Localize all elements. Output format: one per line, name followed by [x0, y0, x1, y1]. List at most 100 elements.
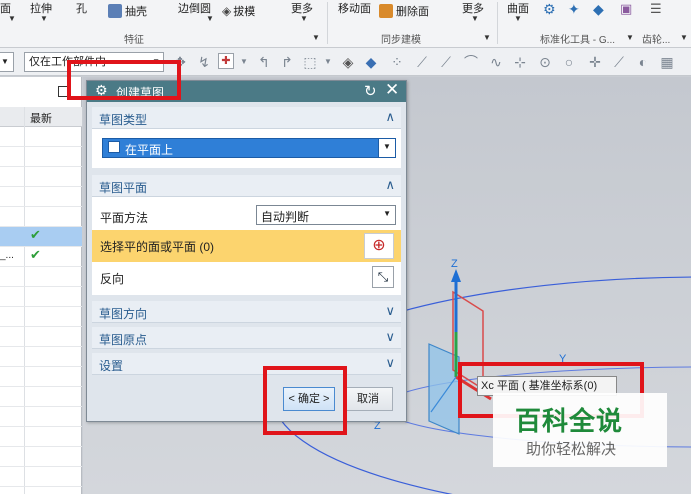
- tool4-icon[interactable]: ▣: [620, 1, 632, 17]
- menu-icon[interactable]: ☰: [650, 1, 662, 17]
- list-item[interactable]: [0, 407, 82, 427]
- ribbon-item-shell[interactable]: 抽壳: [108, 3, 147, 19]
- part-navigator: 最新 ✔ _... ✔: [0, 77, 82, 494]
- chevron-down-icon[interactable]: ▼: [471, 14, 479, 23]
- chevron-down-icon[interactable]: ▼: [680, 33, 688, 42]
- axis-icon[interactable]: ⊹: [512, 53, 528, 71]
- tool-icon[interactable]: ⚙: [543, 1, 556, 18]
- plus-icon[interactable]: ✛: [587, 53, 603, 71]
- section-sketch-type-label: 草图类型: [99, 113, 148, 127]
- section-sketch-type-body: 在平面上 ▼: [92, 129, 401, 168]
- section-settings-header[interactable]: 设置 ∨: [92, 353, 401, 375]
- reset-icon[interactable]: ↻: [364, 82, 377, 100]
- tool3-icon[interactable]: ◆: [593, 1, 604, 18]
- list-item[interactable]: [0, 167, 82, 187]
- ribbon-item-delete-face[interactable]: 删除面: [379, 3, 429, 19]
- select-plane-row[interactable]: 选择平的面或平面 (0) ⊕: [92, 230, 401, 262]
- face-icon[interactable]: ↱: [279, 53, 295, 71]
- ribbon-divider: [497, 2, 498, 44]
- list-item[interactable]: [0, 207, 82, 227]
- list-item-selected[interactable]: ✔: [0, 227, 82, 247]
- section-sketch-orientation-header[interactable]: 草图方向 ∨: [92, 301, 401, 323]
- section-settings-label: 设置: [99, 359, 124, 373]
- cancel-button[interactable]: 取消: [343, 387, 393, 411]
- chevron-down-icon[interactable]: ▼: [40, 14, 48, 23]
- section-sketch-type-header[interactable]: 草图类型 ∧: [92, 107, 401, 129]
- chevron-down-icon[interactable]: ▼: [320, 53, 336, 71]
- list-item[interactable]: [0, 327, 82, 347]
- group-label-standard: 标准化工具 - G...: [540, 35, 615, 46]
- circle2-icon[interactable]: ○: [561, 53, 577, 71]
- grid-icon[interactable]: ⁘: [389, 53, 405, 71]
- arc-icon[interactable]: ⌒: [463, 53, 479, 71]
- plane-method-dropdown[interactable]: 自动判断 ▼: [256, 205, 396, 225]
- watermark: 百科全说 助你轻松解决: [493, 393, 667, 467]
- type-filter-dropdown[interactable]: ▼: [0, 52, 14, 72]
- list-item[interactable]: [0, 187, 82, 207]
- plane-method-label: 平面方法: [100, 211, 149, 225]
- list-item[interactable]: [0, 467, 82, 487]
- table-icon[interactable]: ▦: [659, 53, 675, 71]
- rect-select-icon[interactable]: ⬚: [302, 53, 318, 71]
- crosshair-icon[interactable]: ⊕: [364, 233, 394, 259]
- list-item[interactable]: [0, 287, 82, 307]
- list-item[interactable]: [0, 367, 82, 387]
- list-item[interactable]: [0, 147, 82, 167]
- box-icon[interactable]: ◈: [340, 53, 356, 71]
- sphere-icon[interactable]: ◐: [635, 53, 651, 71]
- plane-method-value: 自动判断: [261, 210, 310, 224]
- list-item[interactable]: [0, 447, 82, 467]
- list-item[interactable]: [0, 127, 82, 147]
- chevron-down-icon: ▼: [383, 209, 391, 218]
- chevron-down-icon[interactable]: ▼: [514, 14, 522, 23]
- circle-icon[interactable]: ⊙: [537, 53, 553, 71]
- plane-icon: [108, 141, 120, 153]
- chevron-down-icon[interactable]: ▼: [206, 14, 214, 23]
- list-item[interactable]: [0, 347, 82, 367]
- dropdown-button: ▼: [378, 139, 395, 157]
- chevron-down-icon[interactable]: ▼: [626, 33, 634, 42]
- reverse-label: 反向: [100, 272, 125, 286]
- chevron-up-icon: ∧: [385, 177, 395, 192]
- cube-icon[interactable]: ◆: [363, 53, 379, 71]
- snap-icon[interactable]: ↯: [196, 53, 212, 71]
- group-label-sync: 同步建模: [381, 35, 421, 46]
- delete-face-icon: [379, 4, 393, 18]
- list-item[interactable]: _... ✔: [0, 247, 82, 267]
- tool2-icon[interactable]: ✦: [568, 1, 580, 18]
- ribbon-item-hole[interactable]: 孔: [76, 0, 87, 16]
- chevron-down-icon[interactable]: ▼: [8, 14, 16, 23]
- section-sketch-plane-header[interactable]: 草图平面 ∧: [92, 175, 401, 197]
- reverse-direction-icon[interactable]: ⤡: [372, 266, 394, 288]
- sketch-type-dropdown[interactable]: 在平面上 ▼: [102, 138, 396, 158]
- slash-icon[interactable]: ⟋: [611, 53, 627, 71]
- check-icon: ✔: [30, 227, 41, 242]
- chevron-down-icon[interactable]: ▼: [483, 33, 491, 42]
- axis-label-z: Z: [451, 258, 458, 270]
- column-latest: 最新: [30, 113, 52, 125]
- section-sketch-origin-header[interactable]: 草图原点 ∨: [92, 327, 401, 349]
- chevron-down-icon[interactable]: ▼: [312, 33, 320, 42]
- select-plane-label: 选择平的面或平面 (0): [100, 240, 215, 254]
- sketch-icon[interactable]: ✚: [218, 53, 234, 69]
- annotation-box-ok: [263, 366, 347, 435]
- ribbon-item-move-face[interactable]: 移动面: [338, 0, 371, 16]
- spline-icon[interactable]: ∿: [488, 53, 504, 71]
- list-item[interactable]: [0, 427, 82, 447]
- annotation-box-title: [67, 60, 181, 100]
- line2-icon[interactable]: ⟋: [438, 53, 454, 71]
- curve-icon[interactable]: ↰: [256, 53, 272, 71]
- chevron-down-icon: ∨: [385, 329, 395, 344]
- close-icon[interactable]: ✕: [385, 80, 399, 100]
- list-item[interactable]: [0, 267, 82, 287]
- watermark-subtitle: 助你轻松解决: [526, 441, 617, 458]
- check-icon: ✔: [30, 247, 41, 262]
- list-item[interactable]: [0, 307, 82, 327]
- chevron-down-icon: ▼: [383, 142, 391, 151]
- chevron-down-icon[interactable]: ▼: [236, 53, 252, 71]
- ribbon-item-draft[interactable]: ◈ 拔模: [222, 3, 255, 19]
- section-sketch-orientation-label: 草图方向: [99, 307, 148, 321]
- chevron-down-icon[interactable]: ▼: [300, 14, 308, 23]
- list-item[interactable]: [0, 387, 82, 407]
- line-icon[interactable]: ⟋: [414, 53, 430, 71]
